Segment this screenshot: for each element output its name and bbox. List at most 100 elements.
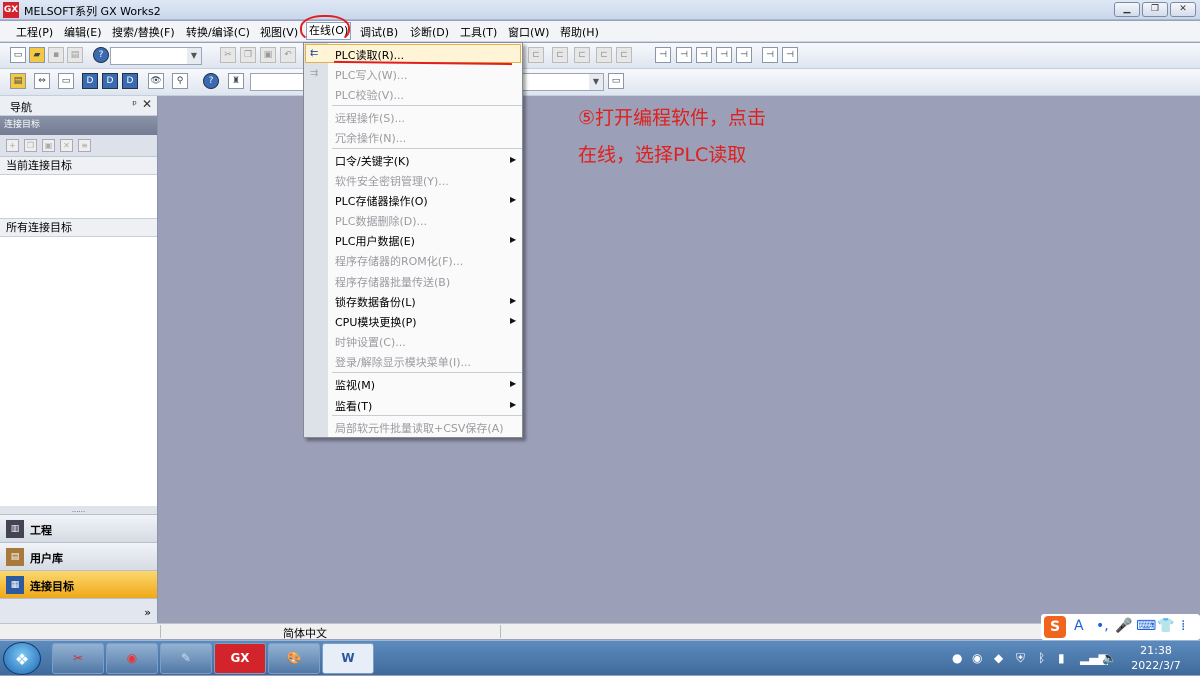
menu-search-replace[interactable]: 搜索/替换(F)	[112, 24, 175, 40]
menu-convert-compile[interactable]: 转换/编译(C)	[186, 24, 250, 40]
properties-icon[interactable]: ≡	[78, 139, 91, 152]
menu-plc-data-delete[interactable]: PLC数据删除(D)...	[335, 213, 427, 229]
microphone-icon[interactable]: 🎤	[1115, 618, 1132, 634]
taskbar-paint-tool[interactable]: ✂	[52, 643, 104, 674]
tab-user-library[interactable]: ▤ 用户库	[0, 542, 157, 570]
menu-rom-program[interactable]: 程序存储器的ROM化(F)...	[335, 253, 463, 269]
chevron-down-icon[interactable]: ▼	[589, 74, 603, 90]
menu-monitor[interactable]: 监视(M)	[335, 377, 375, 393]
delete-icon[interactable]: ✕	[60, 139, 73, 152]
more-tabs-button[interactable]: »	[0, 598, 157, 626]
menu-watch[interactable]: 监看(T)	[335, 398, 372, 414]
menu-batch-read-csv[interactable]: 局部软元件批量读取+CSV保存(A)	[335, 420, 504, 436]
menu-display-module[interactable]: 登录/解除显示模块菜单(I)...	[335, 354, 471, 370]
pin-icon[interactable]: ᵖ	[132, 98, 137, 111]
tray-network-icon[interactable]: ◉	[972, 651, 982, 665]
menu-plc-verify[interactable]: PLC校验(V)...	[335, 87, 404, 103]
menu-view[interactable]: 视图(V)	[260, 24, 298, 40]
output-window-icon[interactable]: ▭	[58, 73, 74, 89]
print-icon[interactable]: ▤	[67, 47, 83, 63]
device-icon[interactable]: D	[122, 73, 138, 89]
menu-debug[interactable]: 调试(B)	[360, 24, 398, 40]
volume-icon[interactable]: 🔈	[1102, 651, 1117, 665]
tray-app-icon[interactable]: ●	[952, 651, 962, 665]
ime-mode-icon[interactable]: A	[1074, 618, 1084, 634]
cut-icon[interactable]: ✂	[220, 47, 236, 63]
menu-tools[interactable]: 工具(T)	[460, 24, 497, 40]
ladder-tool-icon[interactable]: ⊏	[552, 47, 568, 63]
menu-plc-user-data[interactable]: PLC用户数据(E)	[335, 233, 415, 249]
ime-menu-icon[interactable]: ⁞	[1181, 618, 1185, 634]
taskbar-gx-works[interactable]: GX	[214, 643, 266, 674]
ladder-tool-icon[interactable]: ⊏	[616, 47, 632, 63]
taskbar-chrome[interactable]: ◉	[106, 643, 158, 674]
paste-icon[interactable]: ▣	[260, 47, 276, 63]
menu-help[interactable]: 帮助(H)	[560, 24, 599, 40]
contact-icon[interactable]: ⊣	[736, 47, 752, 63]
element-list-icon[interactable]: ⇔	[34, 73, 50, 89]
menu-redundant-operation[interactable]: 冗余操作(N)...	[335, 130, 406, 146]
menu-diagnostics[interactable]: 诊断(D)	[410, 24, 449, 40]
punctuation-icon[interactable]: •,	[1096, 618, 1109, 634]
keyboard-icon[interactable]: ⌨	[1136, 618, 1156, 634]
element-combo[interactable]	[250, 73, 304, 91]
document-icon[interactable]: ▭	[608, 73, 624, 89]
menu-remote-operation[interactable]: 远程操作(S)...	[335, 110, 405, 126]
taskbar-word[interactable]: W	[322, 643, 374, 674]
skin-icon[interactable]: 👕	[1157, 618, 1174, 634]
contact-icon[interactable]: ⊣	[696, 47, 712, 63]
tray-shield-icon[interactable]: ⛨	[1016, 651, 1025, 666]
close-icon[interactable]: ✕	[142, 97, 152, 111]
new-connection-icon[interactable]: +	[6, 139, 19, 152]
menu-edit[interactable]: 编辑(E)	[64, 24, 102, 40]
paste-icon[interactable]: ▣	[42, 139, 55, 152]
tray-device-icon[interactable]: ▮	[1058, 651, 1065, 665]
menu-security-key[interactable]: 软件安全密钥管理(Y)...	[335, 173, 449, 189]
navigation-toggle-icon[interactable]: ▤	[10, 73, 26, 89]
contact-icon[interactable]: ⊣	[782, 47, 798, 63]
search-icon[interactable]: ⚲	[172, 73, 188, 89]
menu-batch-transfer[interactable]: 程序存储器批量传送(B)	[335, 274, 450, 290]
ladder-tool-icon[interactable]: ⊏	[574, 47, 590, 63]
copy-icon[interactable]: ❐	[24, 139, 37, 152]
contact-icon[interactable]: ⊣	[716, 47, 732, 63]
save-icon[interactable]: ▪	[48, 47, 64, 63]
binoculars-icon[interactable]: ♜	[228, 73, 244, 89]
device-icon[interactable]: D	[82, 73, 98, 89]
help-icon[interactable]: ?	[203, 73, 219, 89]
menu-plc-memory-operation[interactable]: PLC存储器操作(O)	[335, 193, 428, 209]
contact-icon[interactable]: ⊣	[762, 47, 778, 63]
device-icon[interactable]: D	[102, 73, 118, 89]
restore-button[interactable]: ❐	[1142, 2, 1168, 17]
menu-plc-write[interactable]: PLC写入(W)...	[335, 67, 407, 83]
bluetooth-icon[interactable]: ᛒ	[1038, 651, 1045, 665]
tab-connection-target[interactable]: ▦ 连接目标	[0, 570, 157, 598]
menu-latch-backup[interactable]: 锁存数据备份(L)	[335, 294, 416, 310]
copy-icon[interactable]: ❐	[240, 47, 256, 63]
help-icon[interactable]: ?	[93, 47, 109, 63]
tray-security-icon[interactable]: ◆	[994, 651, 1003, 665]
undo-icon[interactable]: ↶	[280, 47, 296, 63]
minimize-button[interactable]: ▁	[1114, 2, 1140, 17]
menu-password-keyword[interactable]: 口令/关键字(K)	[335, 153, 410, 169]
taskbar-paint[interactable]: 🎨	[268, 643, 320, 674]
contact-icon[interactable]: ⊣	[655, 47, 671, 63]
taskbar-notes[interactable]: ✎	[160, 643, 212, 674]
close-button[interactable]: ✕	[1170, 2, 1196, 17]
new-file-icon[interactable]: ▭	[10, 47, 26, 63]
splitter-grip[interactable]: ......	[0, 506, 157, 514]
contact-icon[interactable]: ⊣	[676, 47, 692, 63]
monitor-icon[interactable]: 👁	[148, 73, 164, 89]
ladder-tool-icon[interactable]: ⊏	[596, 47, 612, 63]
open-folder-icon[interactable]: ▰	[29, 47, 45, 63]
tab-project[interactable]: ▥ 工程	[0, 514, 157, 542]
device-combo[interactable]: ▼	[522, 73, 604, 91]
menu-clock-setting[interactable]: 时钟设置(C)...	[335, 334, 406, 350]
menu-project[interactable]: 工程(P)	[16, 24, 53, 40]
menu-cpu-module-replace[interactable]: CPU模块更换(P)	[335, 314, 417, 330]
menu-window[interactable]: 窗口(W)	[508, 24, 549, 40]
start-button[interactable]: ❖	[3, 642, 41, 675]
chevron-down-icon[interactable]: ▼	[187, 48, 201, 64]
system-clock[interactable]: 21:38 2022/3/7	[1128, 643, 1184, 673]
sogou-logo-icon[interactable]: S	[1044, 616, 1066, 638]
